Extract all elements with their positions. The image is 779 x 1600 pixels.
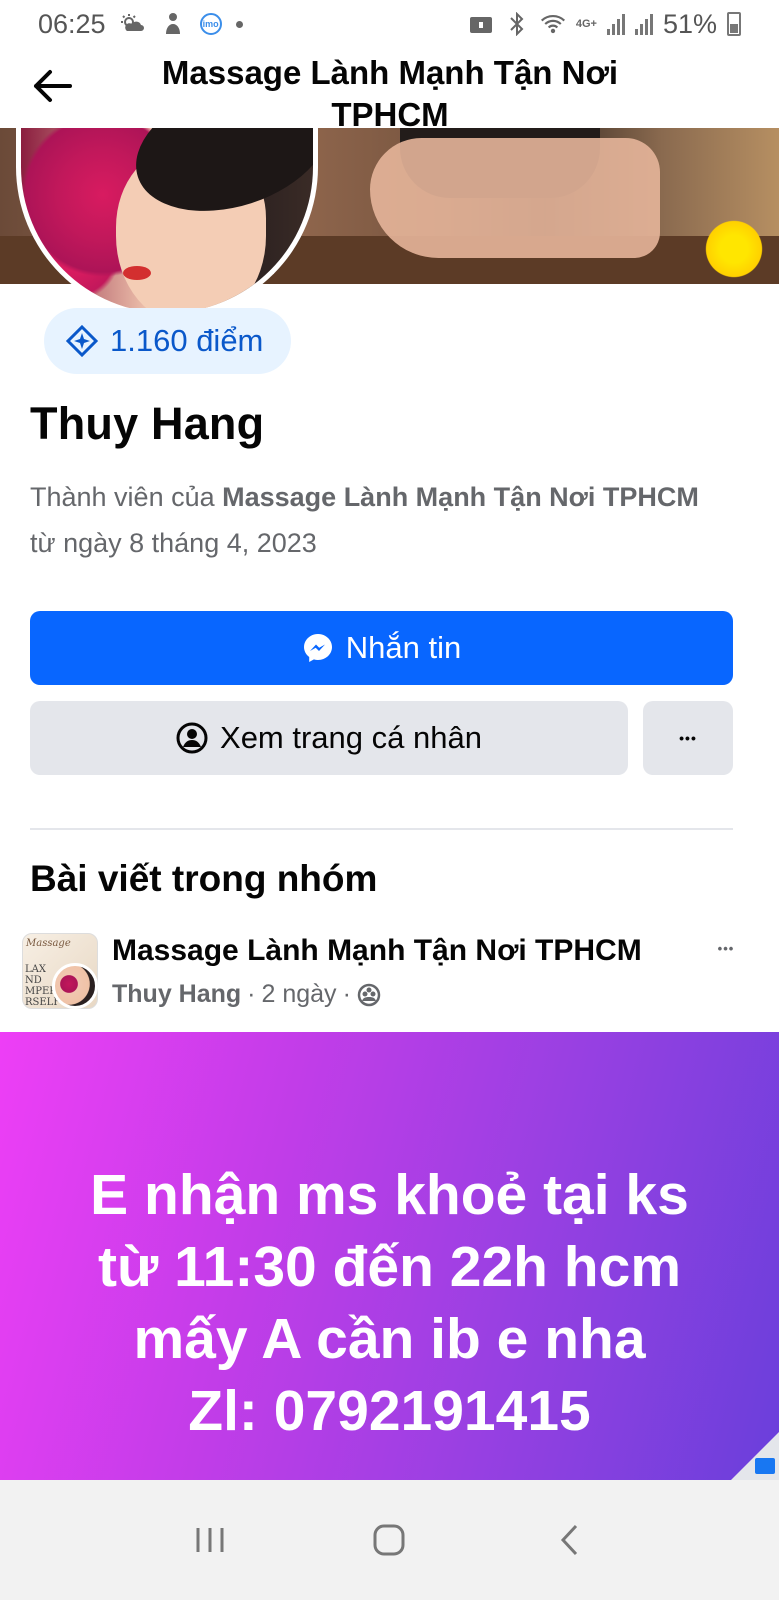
game-icon xyxy=(160,11,186,37)
avatar[interactable] xyxy=(16,116,318,318)
bluetooth-icon xyxy=(504,11,530,37)
avatar-lips xyxy=(123,266,151,280)
battery-icon xyxy=(727,12,741,36)
post-author[interactable]: Thuy Hang xyxy=(112,980,241,1009)
imo-icon: imo xyxy=(199,13,222,35)
page-title: Massage Lành Mạnh Tận Nơi TPHCM xyxy=(161,54,619,133)
post-line-3: mấy A cần ib e nha xyxy=(133,1307,646,1371)
profile-icon xyxy=(176,722,208,754)
post-group-name[interactable]: Massage Lành Mạnh Tận Nơi TPHCM xyxy=(112,934,642,968)
status-bar: 06:25 imo 4G+ 51% xyxy=(0,0,779,48)
post-more-button[interactable]: ••• xyxy=(706,930,746,966)
back-arrow-icon[interactable] xyxy=(28,62,76,110)
member-suffix: từ ngày 8 tháng 4, 2023 xyxy=(30,528,317,558)
section-title: Bài viết trong nhóm xyxy=(30,858,378,899)
messenger-icon xyxy=(303,634,332,662)
post-line-1: E nhận ms khoẻ tại ks xyxy=(90,1163,689,1227)
message-label: Nhắn tin xyxy=(345,630,462,665)
more-options-button[interactable]: ••• xyxy=(643,701,733,775)
folder-icon[interactable] xyxy=(755,1458,775,1474)
app-header: Massage Lành Mạnh Tận Nơi TPHCM xyxy=(0,48,779,133)
recent-apps-icon[interactable] xyxy=(180,1510,240,1570)
view-profile-label: Xem trang cá nhân xyxy=(220,720,482,755)
group-privacy-icon xyxy=(357,983,381,1006)
diamond-icon xyxy=(66,325,98,357)
section-divider xyxy=(30,828,733,830)
post-time[interactable]: 2 ngày xyxy=(262,980,337,1009)
view-profile-button[interactable]: Xem trang cá nhân xyxy=(30,701,628,775)
signal-icon-2 xyxy=(634,13,653,35)
meta-separator-2: · xyxy=(342,980,351,1008)
post-text: E nhận ms khoẻ tại ks từ 11:30 đến 22h h… xyxy=(0,1159,779,1447)
home-icon[interactable] xyxy=(359,1510,419,1570)
status-time: 06:25 xyxy=(38,8,106,39)
points-label: 1.160 điểm xyxy=(110,323,264,358)
post-line-2: từ 11:30 đến 22h hcm xyxy=(98,1235,681,1299)
thumb-text-1: Massage xyxy=(26,938,71,949)
message-button[interactable]: Nhắn tin xyxy=(30,611,733,685)
battery-percent: 51% xyxy=(662,8,717,39)
profile-name: Thuy Hang xyxy=(30,398,265,449)
more-icon: ••• xyxy=(679,730,697,746)
wifi-icon xyxy=(540,11,566,37)
post-line-4: Zl: 0792191415 xyxy=(188,1379,591,1443)
cover-flower xyxy=(699,219,769,279)
system-nav-bar xyxy=(0,1480,779,1600)
back-icon[interactable] xyxy=(539,1510,599,1570)
points-badge[interactable]: 1.160 điểm xyxy=(44,308,292,374)
meta-separator: · xyxy=(247,980,256,1008)
notification-dot xyxy=(235,20,243,28)
signal-icon xyxy=(606,13,625,35)
cover-arm xyxy=(370,138,660,258)
weather-icon xyxy=(120,11,146,37)
lock-icon xyxy=(468,11,494,37)
member-info: Thành viên của Massage Lành Mạnh Tận Nơi… xyxy=(30,474,730,566)
member-group: Massage Lành Mạnh Tận Nơi TPHCM xyxy=(222,482,699,512)
author-avatar[interactable] xyxy=(52,963,98,1009)
member-prefix: Thành viên của xyxy=(30,482,223,512)
network-label: 4G+ xyxy=(575,18,597,30)
post-body[interactable]: E nhận ms khoẻ tại ks từ 11:30 đến 22h h… xyxy=(0,1032,779,1480)
post-meta: Thuy Hang · 2 ngày · xyxy=(112,980,381,1009)
